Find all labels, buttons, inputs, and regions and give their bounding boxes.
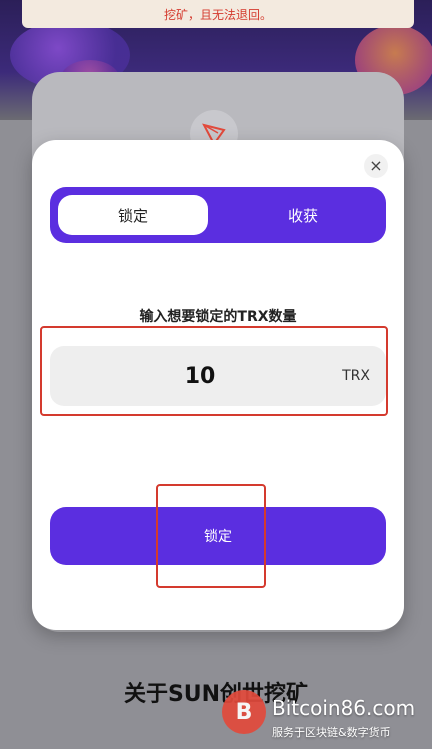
watermark-logo-glyph: B bbox=[235, 699, 253, 725]
amount-prompt: 输入想要锁定的TRX数量 bbox=[139, 309, 297, 325]
tab-bar: 锁定 收获 bbox=[50, 187, 386, 243]
tab-harvest-label: 收获 bbox=[287, 206, 318, 225]
tab-lock-label: 锁定 bbox=[117, 206, 148, 225]
close-icon[interactable]: × bbox=[364, 154, 388, 178]
tab-harvest[interactable]: 收获 bbox=[228, 195, 378, 235]
notice-banner: 挖矿，且无法退回。 bbox=[22, 0, 414, 28]
annotation-highlight-button bbox=[156, 484, 266, 588]
tab-lock[interactable]: 锁定 bbox=[58, 195, 208, 235]
close-glyph: × bbox=[369, 156, 383, 175]
notice-text: 挖矿，且无法退回。 bbox=[163, 7, 272, 22]
annotation-highlight-input bbox=[40, 326, 388, 416]
watermark-title: Bitcoin86.com bbox=[272, 696, 416, 720]
watermark-subtitle: 服务于区块链&数字货币 bbox=[272, 726, 391, 739]
bitcoin-icon: B bbox=[222, 690, 266, 734]
